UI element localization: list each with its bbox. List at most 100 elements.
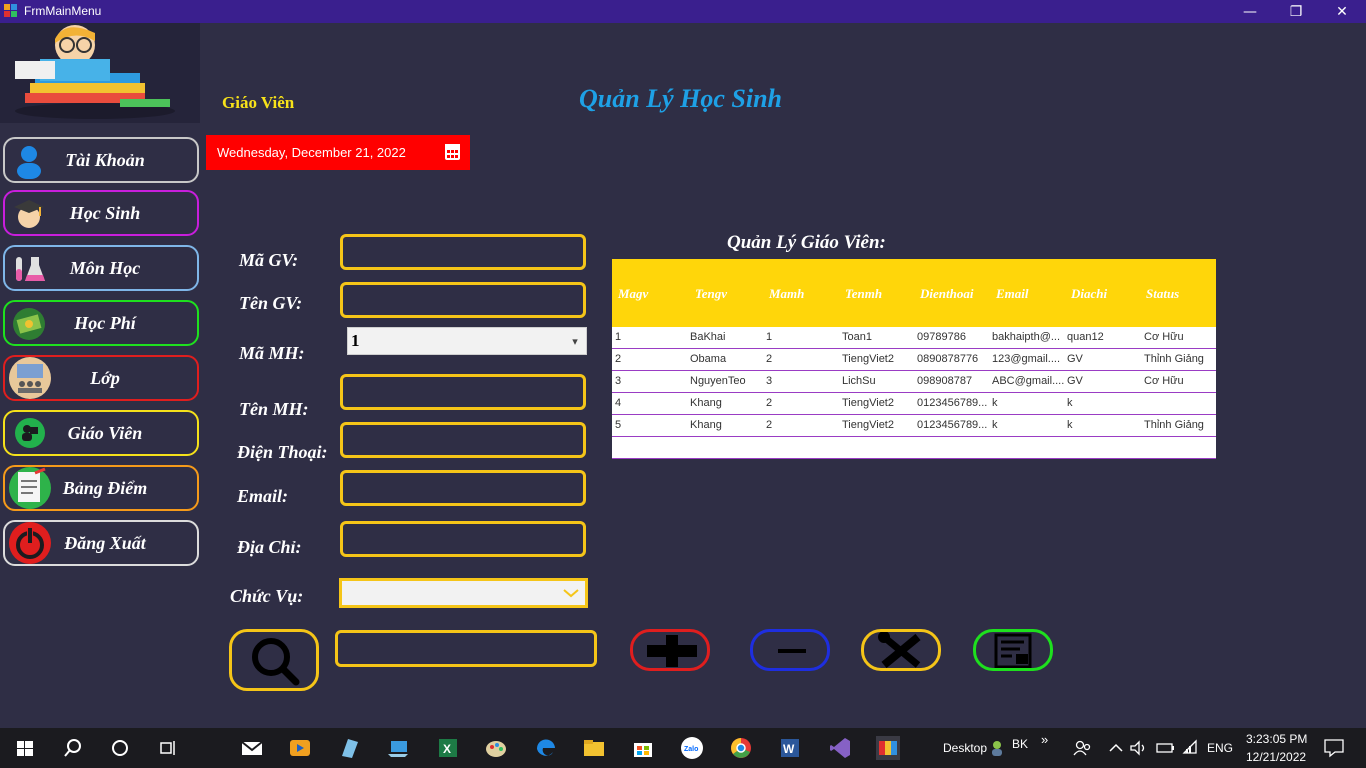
chevron-down-icon[interactable]: ▾: [566, 332, 584, 352]
table-cell[interactable]: 09789786: [917, 331, 966, 343]
volume-icon[interactable]: [1128, 736, 1150, 760]
edit-button[interactable]: [861, 629, 941, 671]
dien-thoai-input[interactable]: [340, 422, 586, 458]
table-cell[interactable]: k: [992, 419, 998, 431]
language-indicator[interactable]: ENG: [1207, 741, 1233, 755]
chrome-icon[interactable]: [729, 736, 753, 760]
chevron-down-icon[interactable]: [563, 583, 579, 603]
column-header[interactable]: Tenmh: [845, 286, 882, 302]
column-header[interactable]: Tengv: [695, 286, 727, 302]
table-cell[interactable]: 0123456789...: [917, 419, 987, 431]
column-header[interactable]: Dienthoai: [920, 286, 973, 302]
column-header[interactable]: Diachi: [1071, 286, 1107, 302]
search-icon[interactable]: [61, 736, 85, 760]
table-cell[interactable]: 3: [615, 375, 621, 387]
table-cell[interactable]: 2: [615, 353, 621, 365]
task-view-icon[interactable]: [156, 736, 180, 760]
laptop-app-icon[interactable]: [386, 736, 410, 760]
date-picker[interactable]: Wednesday, December 21, 2022: [206, 135, 470, 170]
table-cell[interactable]: Cơ Hữu: [1144, 375, 1184, 387]
minimize-button[interactable]: —: [1227, 0, 1273, 23]
cortana-icon[interactable]: [108, 736, 132, 760]
table-cell[interactable]: k: [1067, 397, 1073, 409]
mail-icon[interactable]: [240, 736, 264, 760]
empty-row[interactable]: [612, 437, 1216, 459]
table-cell[interactable]: ABC@gmail....: [992, 375, 1064, 387]
table-cell[interactable]: Cơ Hữu: [1144, 331, 1184, 343]
table-cell[interactable]: 5: [615, 419, 621, 431]
chevron-more-icon[interactable]: »: [1041, 732, 1048, 747]
ma-mh-select[interactable]: 1 ▾: [347, 327, 587, 355]
table-cell[interactable]: 3: [766, 375, 772, 387]
nav-giao-vien[interactable]: Giáo Viên: [3, 410, 199, 456]
search-button[interactable]: [229, 629, 319, 691]
chuc-vu-select[interactable]: [339, 578, 588, 608]
table-cell[interactable]: GV: [1067, 353, 1083, 365]
active-app-icon[interactable]: [876, 736, 900, 760]
ten-mh-input[interactable]: [340, 374, 586, 410]
teacher-table[interactable]: Magv Tengv Mamh Tenmh Dienthoai Email Di…: [612, 259, 1216, 459]
calendar-icon[interactable]: [445, 144, 460, 160]
delete-button[interactable]: [750, 629, 830, 671]
table-cell[interactable]: 4: [615, 397, 621, 409]
search-input[interactable]: [335, 630, 597, 667]
table-cell[interactable]: 2: [766, 397, 772, 409]
table-cell[interactable]: LichSu: [842, 375, 876, 387]
table-cell[interactable]: 0890878776: [917, 353, 978, 365]
table-cell[interactable]: Obama: [690, 353, 726, 365]
table-row[interactable]: 3 NguyenTeo 3 LichSu 098908787 ABC@gmail.... G…: [612, 371, 1216, 393]
close-button[interactable]: ✕: [1319, 0, 1365, 23]
table-row[interactable]: 5 Khang 2 TiengViet2 0123456789... k k Thỉnh Gi…: [612, 415, 1216, 437]
column-header[interactable]: Status: [1146, 286, 1179, 302]
table-cell[interactable]: 0123456789...: [917, 397, 987, 409]
table-cell[interactable]: 2: [766, 419, 772, 431]
table-cell[interactable]: k: [1067, 419, 1073, 431]
table-row[interactable]: 2 Obama 2 TiengViet2 0890878776 123@gmail....…: [612, 349, 1216, 371]
table-cell[interactable]: 098908787: [917, 375, 972, 387]
file-explorer-icon[interactable]: [582, 736, 606, 760]
user-initials[interactable]: BK: [1012, 737, 1028, 751]
notification-icon[interactable]: [1322, 736, 1346, 760]
clock-date[interactable]: 12/21/2022: [1246, 750, 1306, 764]
table-cell[interactable]: 123@gmail....: [992, 353, 1060, 365]
column-header[interactable]: Email: [996, 286, 1029, 302]
desktop-toolbar-label[interactable]: Desktop: [943, 741, 987, 755]
table-cell[interactable]: Thỉnh Giảng: [1144, 353, 1204, 365]
table-cell[interactable]: 2: [766, 353, 772, 365]
nav-tai-khoan[interactable]: Tài Khoản: [3, 137, 199, 183]
table-cell[interactable]: 1: [615, 331, 621, 343]
table-cell[interactable]: Toan1: [842, 331, 872, 343]
table-cell[interactable]: Thỉnh Giảng: [1144, 419, 1204, 431]
video-app-icon[interactable]: [288, 736, 312, 760]
nav-mon-hoc[interactable]: Môn Học: [3, 245, 199, 291]
column-header[interactable]: Magv: [618, 286, 648, 302]
ten-gv-input[interactable]: [340, 282, 586, 318]
clock-time[interactable]: 3:23:05 PM: [1246, 732, 1307, 746]
table-cell[interactable]: GV: [1067, 375, 1083, 387]
edge-icon[interactable]: [534, 736, 558, 760]
table-cell[interactable]: quan12: [1067, 331, 1104, 343]
email-input[interactable]: [340, 470, 586, 506]
restore-button[interactable]: ❐: [1273, 0, 1319, 23]
table-cell[interactable]: BaKhai: [690, 331, 725, 343]
dia-chi-input[interactable]: [340, 521, 586, 557]
zalo-icon[interactable]: Zalo: [680, 736, 704, 760]
table-row[interactable]: 1 BaKhai 1 Toan1 09789786 bakhaipth@... quan12…: [612, 327, 1216, 349]
nav-lop[interactable]: Lớp: [3, 355, 199, 401]
chevron-up-icon[interactable]: [1106, 736, 1126, 760]
table-row[interactable]: 4 Khang 2 TiengViet2 0123456789... k k: [612, 393, 1216, 415]
table-cell[interactable]: Khang: [690, 397, 722, 409]
table-cell[interactable]: TiengViet2: [842, 353, 894, 365]
table-cell[interactable]: 1: [766, 331, 772, 343]
word-icon[interactable]: W: [778, 736, 802, 760]
battery-icon[interactable]: [1154, 736, 1176, 760]
table-cell[interactable]: bakhaipth@...: [992, 331, 1060, 343]
store-icon[interactable]: [631, 736, 655, 760]
column-header[interactable]: Mamh: [769, 286, 804, 302]
nav-bang-diem[interactable]: Bảng Điểm: [3, 465, 199, 511]
table-cell[interactable]: TiengViet2: [842, 397, 894, 409]
wifi-icon[interactable]: [1180, 736, 1202, 760]
ma-gv-input[interactable]: [340, 234, 586, 270]
table-cell[interactable]: Khang: [690, 419, 722, 431]
table-cell[interactable]: NguyenTeo: [690, 375, 746, 387]
